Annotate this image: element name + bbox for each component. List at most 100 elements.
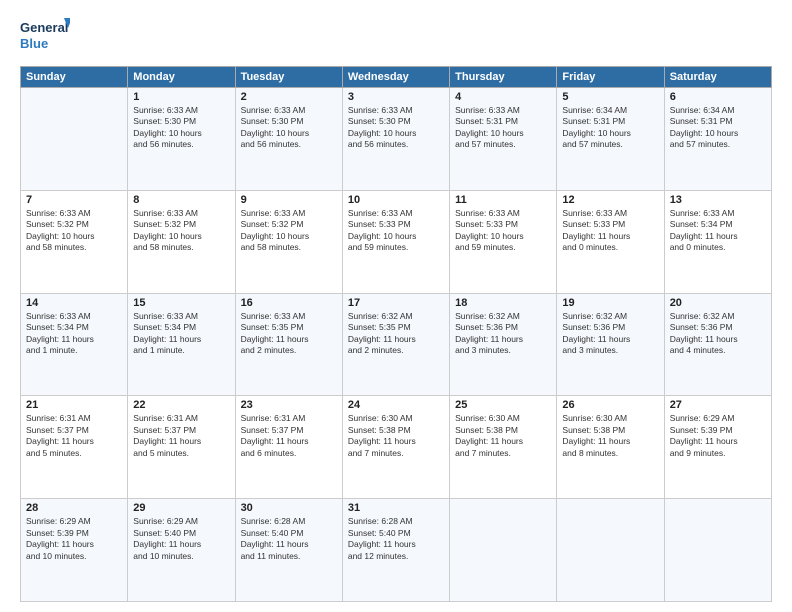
calendar-cell: 19Sunrise: 6:32 AM Sunset: 5:36 PM Dayli… <box>557 293 664 396</box>
day-number: 17 <box>348 297 444 309</box>
column-header-sunday: Sunday <box>21 67 128 88</box>
cell-content: Sunrise: 6:33 AM Sunset: 5:30 PM Dayligh… <box>133 105 229 151</box>
day-number: 23 <box>241 399 337 411</box>
calendar-cell: 1Sunrise: 6:33 AM Sunset: 5:30 PM Daylig… <box>128 88 235 191</box>
calendar-cell: 17 Sunrise: 6:32 AM Sunset: 5:35 PM Dayli… <box>342 293 449 396</box>
cell-content: Sunrise: 6:33 AM Sunset: 5:34 PM Dayligh… <box>133 311 229 357</box>
cell-content: Sunrise: 6:32 AM Sunset: 5:36 PM Dayligh… <box>670 311 766 357</box>
calendar-cell: 26 Sunrise: 6:30 AM Sunset: 5:38 PM Dayli… <box>557 396 664 499</box>
svg-text:Blue: Blue <box>20 36 48 51</box>
cell-content: Sunrise: 6:33 AM Sunset: 5:33 PM Dayligh… <box>562 208 658 254</box>
column-header-monday: Monday <box>128 67 235 88</box>
column-header-tuesday: Tuesday <box>235 67 342 88</box>
cell-content: Sunrise: 6:33 AM Sunset: 5:31 PM Dayligh… <box>455 105 551 151</box>
day-number: 18 <box>455 297 551 309</box>
day-number: 25 <box>455 399 551 411</box>
calendar-cell: 12 Sunrise: 6:33 AM Sunset: 5:33 PM Dayli… <box>557 190 664 293</box>
column-header-wednesday: Wednesday <box>342 67 449 88</box>
calendar-cell: 15Sunrise: 6:33 AM Sunset: 5:34 PM Dayli… <box>128 293 235 396</box>
day-number: 26 <box>562 399 658 411</box>
day-number: 9 <box>241 194 337 206</box>
cell-content: Sunrise: 6:30 AM Sunset: 5:38 PM Dayligh… <box>562 413 658 459</box>
calendar-cell: 3 Sunrise: 6:33 AM Sunset: 5:30 PM Daylig… <box>342 88 449 191</box>
cell-content: Sunrise: 6:33 AM Sunset: 5:30 PM Dayligh… <box>241 105 337 151</box>
calendar-week-1: 1Sunrise: 6:33 AM Sunset: 5:30 PM Daylig… <box>21 88 772 191</box>
cell-content: Sunrise: 6:34 AM Sunset: 5:31 PM Dayligh… <box>670 105 766 151</box>
cell-content: Sunrise: 6:29 AM Sunset: 5:39 PM Dayligh… <box>26 516 122 562</box>
cell-content: Sunrise: 6:33 AM Sunset: 5:33 PM Dayligh… <box>455 208 551 254</box>
day-number: 21 <box>26 399 122 411</box>
calendar-cell <box>557 499 664 602</box>
day-number: 11 <box>455 194 551 206</box>
day-number: 31 <box>348 502 444 514</box>
calendar-cell <box>450 499 557 602</box>
cell-content: Sunrise: 6:33 AM Sunset: 5:35 PM Dayligh… <box>241 311 337 357</box>
calendar-cell <box>21 88 128 191</box>
day-number: 5 <box>562 91 658 103</box>
column-header-friday: Friday <box>557 67 664 88</box>
day-number: 14 <box>26 297 122 309</box>
logo-svg: General Blue <box>20 16 70 58</box>
cell-content: Sunrise: 6:32 AM Sunset: 5:35 PM Dayligh… <box>348 311 444 357</box>
calendar-cell: 8 Sunrise: 6:33 AM Sunset: 5:32 PM Daylig… <box>128 190 235 293</box>
day-number: 6 <box>670 91 766 103</box>
calendar-cell: 13 Sunrise: 6:33 AM Sunset: 5:34 PM Dayli… <box>664 190 771 293</box>
day-number: 24 <box>348 399 444 411</box>
cell-content: Sunrise: 6:31 AM Sunset: 5:37 PM Dayligh… <box>26 413 122 459</box>
day-number: 13 <box>670 194 766 206</box>
day-number: 8 <box>133 194 229 206</box>
cell-content: Sunrise: 6:34 AM Sunset: 5:31 PM Dayligh… <box>562 105 658 151</box>
cell-content: Sunrise: 6:33 AM Sunset: 5:33 PM Dayligh… <box>348 208 444 254</box>
calendar-cell: 22 Sunrise: 6:31 AM Sunset: 5:37 PM Dayli… <box>128 396 235 499</box>
cell-content: Sunrise: 6:33 AM Sunset: 5:32 PM Dayligh… <box>241 208 337 254</box>
cell-content: Sunrise: 6:33 AM Sunset: 5:32 PM Dayligh… <box>26 208 122 254</box>
calendar-cell <box>664 499 771 602</box>
calendar-cell: 10 Sunrise: 6:33 AM Sunset: 5:33 PM Dayli… <box>342 190 449 293</box>
calendar-cell: 30 Sunrise: 6:28 AM Sunset: 5:40 PM Dayli… <box>235 499 342 602</box>
calendar-cell: 14 Sunrise: 6:33 AM Sunset: 5:34 PM Dayli… <box>21 293 128 396</box>
calendar-cell: 16 Sunrise: 6:33 AM Sunset: 5:35 PM Dayli… <box>235 293 342 396</box>
calendar-cell: 29Sunrise: 6:29 AM Sunset: 5:40 PM Dayli… <box>128 499 235 602</box>
day-number: 27 <box>670 399 766 411</box>
calendar-header-row: SundayMondayTuesdayWednesdayThursdayFrid… <box>21 67 772 88</box>
calendar-cell: 2 Sunrise: 6:33 AM Sunset: 5:30 PM Daylig… <box>235 88 342 191</box>
cell-content: Sunrise: 6:32 AM Sunset: 5:36 PM Dayligh… <box>455 311 551 357</box>
calendar-cell: 27 Sunrise: 6:29 AM Sunset: 5:39 PM Dayli… <box>664 396 771 499</box>
cell-content: Sunrise: 6:33 AM Sunset: 5:34 PM Dayligh… <box>26 311 122 357</box>
cell-content: Sunrise: 6:29 AM Sunset: 5:39 PM Dayligh… <box>670 413 766 459</box>
day-number: 28 <box>26 502 122 514</box>
logo: General Blue <box>20 16 70 58</box>
svg-text:General: General <box>20 20 68 35</box>
calendar-cell: 31 Sunrise: 6:28 AM Sunset: 5:40 PM Dayli… <box>342 499 449 602</box>
day-number: 29 <box>133 502 229 514</box>
cell-content: Sunrise: 6:33 AM Sunset: 5:34 PM Dayligh… <box>670 208 766 254</box>
calendar-cell: 5 Sunrise: 6:34 AM Sunset: 5:31 PM Daylig… <box>557 88 664 191</box>
cell-content: Sunrise: 6:28 AM Sunset: 5:40 PM Dayligh… <box>348 516 444 562</box>
day-number: 12 <box>562 194 658 206</box>
cell-content: Sunrise: 6:33 AM Sunset: 5:30 PM Dayligh… <box>348 105 444 151</box>
day-number: 10 <box>348 194 444 206</box>
day-number: 3 <box>348 91 444 103</box>
calendar-cell: 6 Sunrise: 6:34 AM Sunset: 5:31 PM Daylig… <box>664 88 771 191</box>
day-number: 30 <box>241 502 337 514</box>
calendar-cell: 21 Sunrise: 6:31 AM Sunset: 5:37 PM Dayli… <box>21 396 128 499</box>
day-number: 16 <box>241 297 337 309</box>
header: General Blue <box>20 16 772 58</box>
calendar-cell: 25Sunrise: 6:30 AM Sunset: 5:38 PM Dayli… <box>450 396 557 499</box>
day-number: 4 <box>455 91 551 103</box>
cell-content: Sunrise: 6:28 AM Sunset: 5:40 PM Dayligh… <box>241 516 337 562</box>
cell-content: Sunrise: 6:31 AM Sunset: 5:37 PM Dayligh… <box>241 413 337 459</box>
day-number: 20 <box>670 297 766 309</box>
day-number: 22 <box>133 399 229 411</box>
calendar-cell: 23 Sunrise: 6:31 AM Sunset: 5:37 PM Dayli… <box>235 396 342 499</box>
calendar-cell: 28 Sunrise: 6:29 AM Sunset: 5:39 PM Dayli… <box>21 499 128 602</box>
cell-content: Sunrise: 6:33 AM Sunset: 5:32 PM Dayligh… <box>133 208 229 254</box>
day-number: 19 <box>562 297 658 309</box>
calendar-cell: 9 Sunrise: 6:33 AM Sunset: 5:32 PM Daylig… <box>235 190 342 293</box>
calendar-week-2: 7Sunrise: 6:33 AM Sunset: 5:32 PM Daylig… <box>21 190 772 293</box>
calendar-week-4: 21 Sunrise: 6:31 AM Sunset: 5:37 PM Dayli… <box>21 396 772 499</box>
calendar-cell: 4 Sunrise: 6:33 AM Sunset: 5:31 PM Daylig… <box>450 88 557 191</box>
day-number: 2 <box>241 91 337 103</box>
calendar-cell: 20 Sunrise: 6:32 AM Sunset: 5:36 PM Dayli… <box>664 293 771 396</box>
cell-content: Sunrise: 6:31 AM Sunset: 5:37 PM Dayligh… <box>133 413 229 459</box>
